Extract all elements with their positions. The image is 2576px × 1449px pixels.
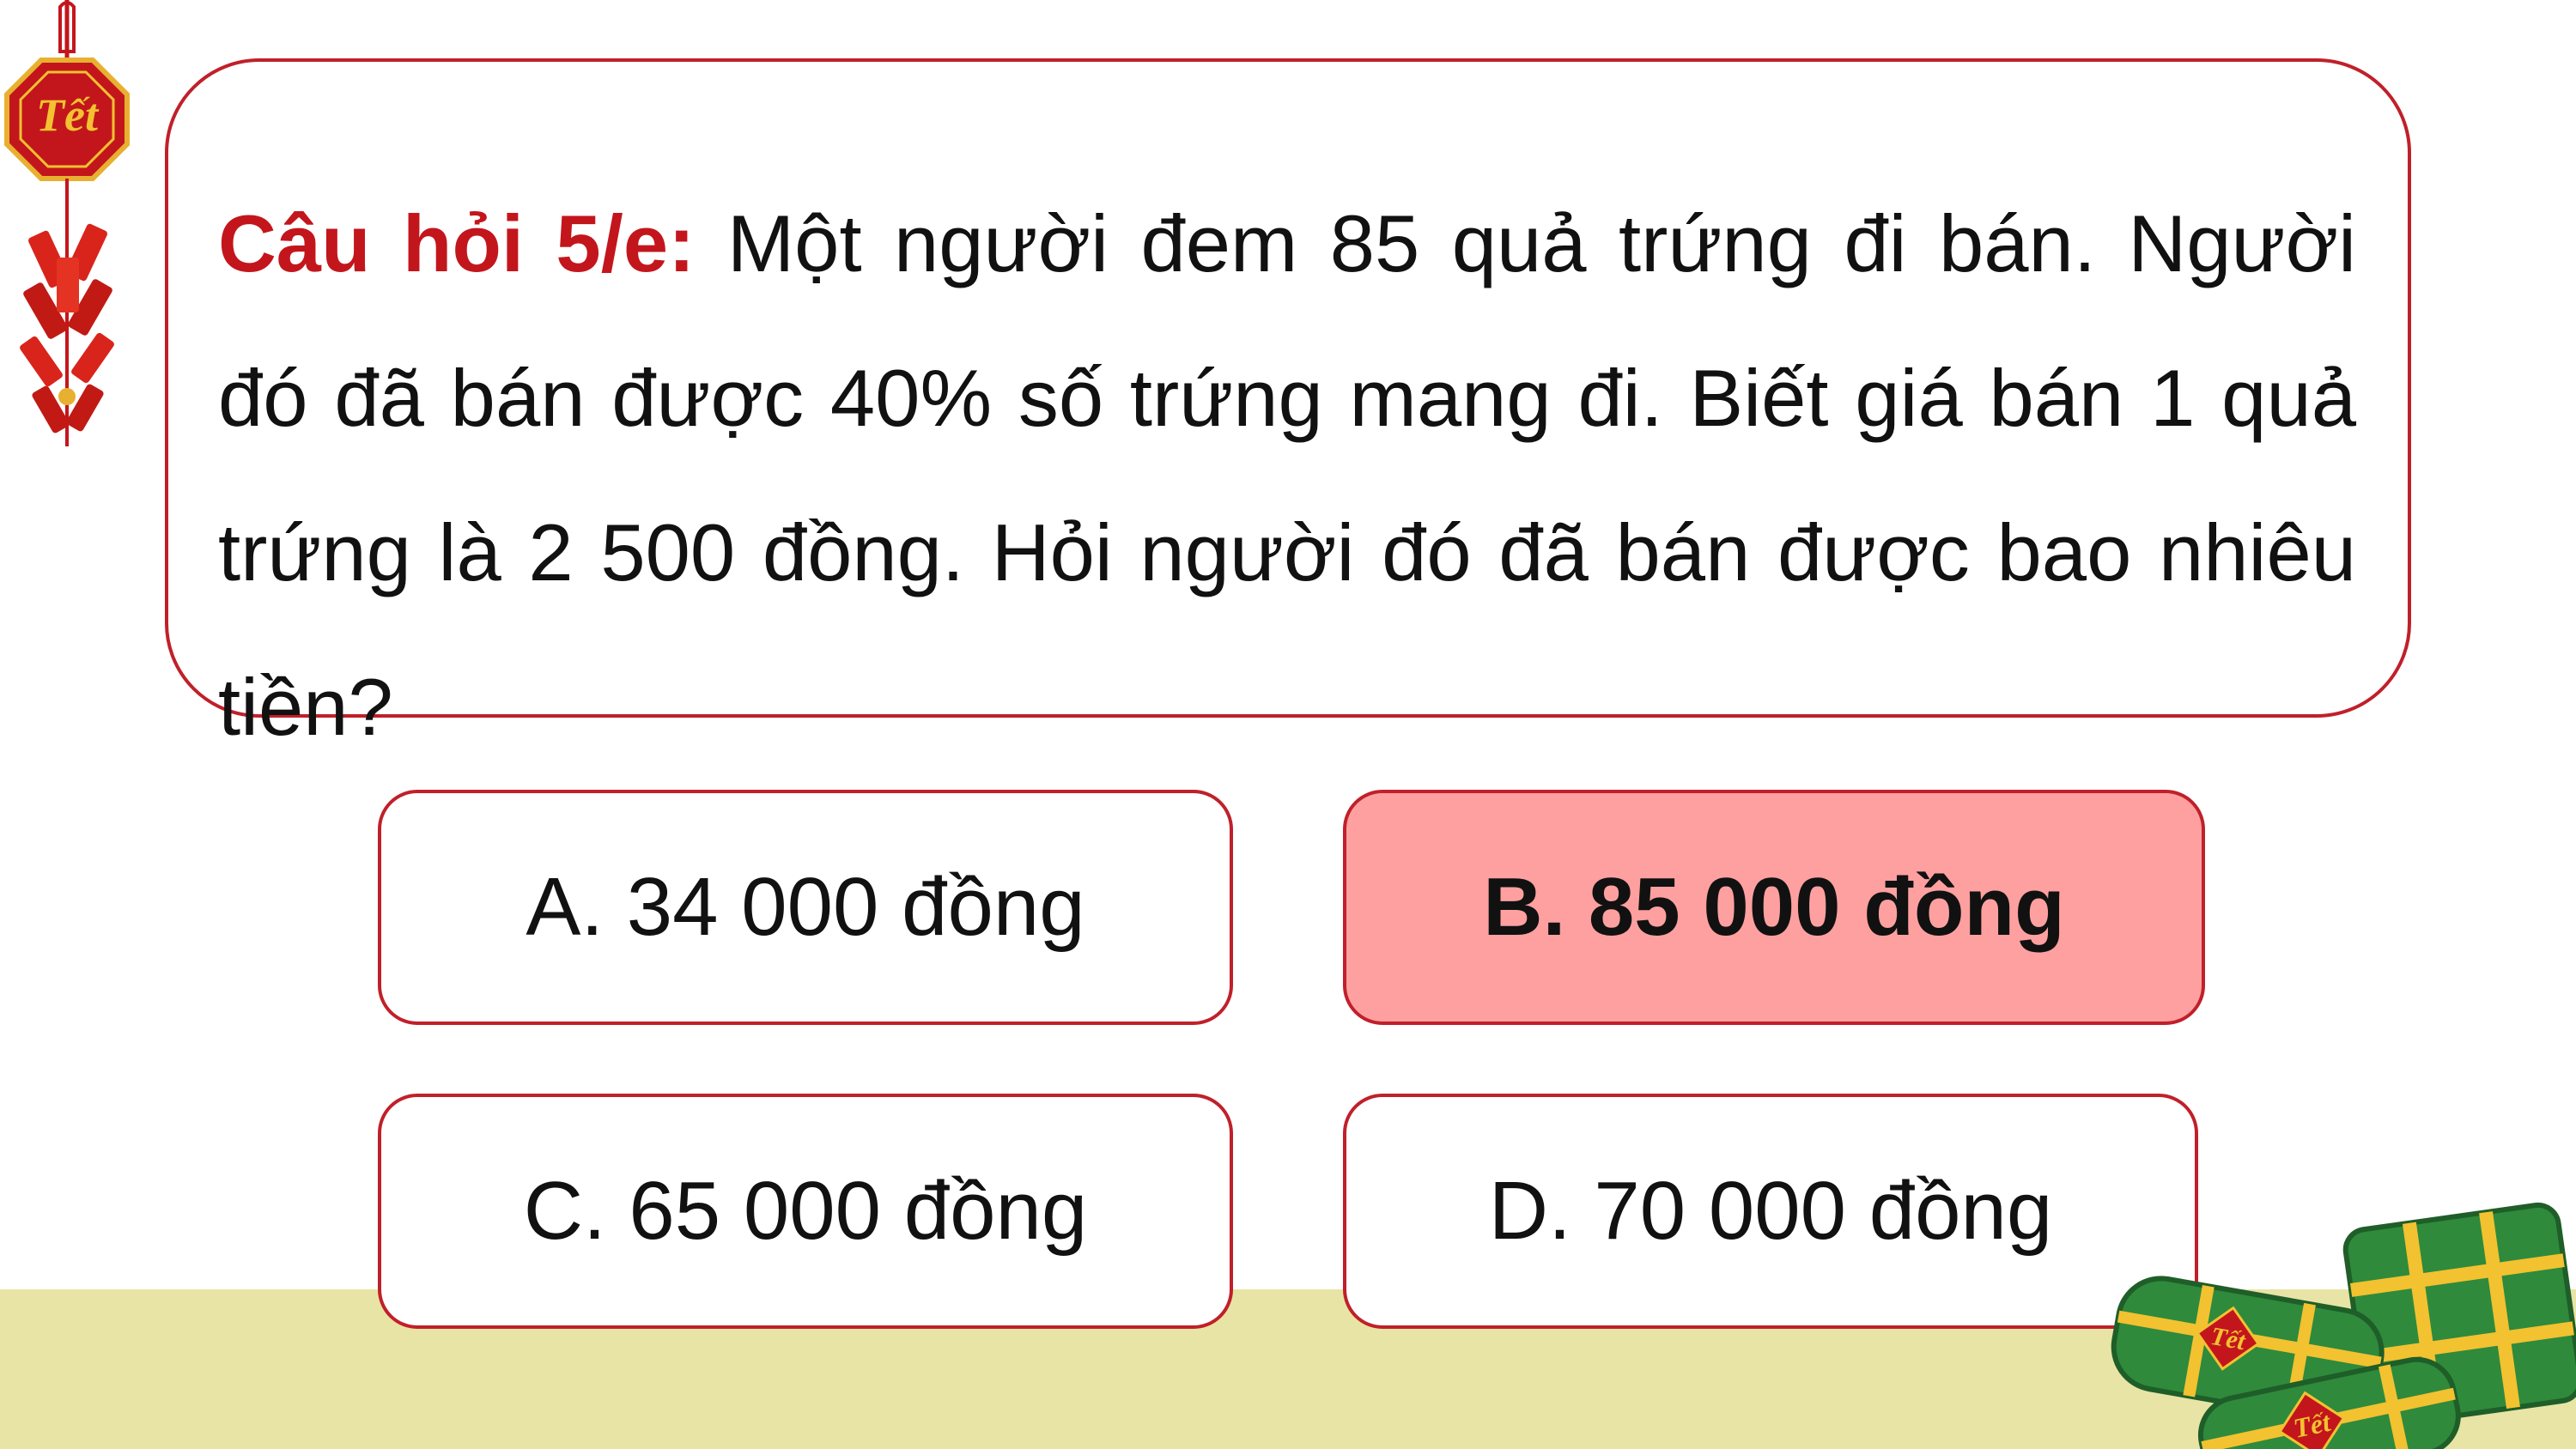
- tet-ornament-icon: Tết: [4, 0, 130, 446]
- banh-chung-icon: Tết Tết: [2111, 1202, 2576, 1449]
- question-text-block: Câu hỏi 5/e: Một người đem 85 quả trứng …: [218, 167, 2356, 785]
- answer-option-a[interactable]: A. 34 000 đồng: [378, 790, 1233, 1025]
- answer-label: B. 85 000 đồng: [1483, 861, 2065, 953]
- answer-label: D. 70 000 đồng: [1488, 1165, 2053, 1257]
- answer-label: A. 34 000 đồng: [526, 861, 1085, 953]
- question-card: Câu hỏi 5/e: Một người đem 85 quả trứng …: [165, 58, 2411, 752]
- answer-option-c[interactable]: C. 65 000 đồng: [378, 1094, 1233, 1329]
- answer-option-d[interactable]: D. 70 000 đồng: [1343, 1094, 2198, 1329]
- answer-label: C. 65 000 đồng: [523, 1165, 1088, 1257]
- ornament-text: Tết: [36, 89, 100, 141]
- question-number: Câu hỏi 5/e:: [218, 198, 696, 288]
- answer-option-b[interactable]: B. 85 000 đồng: [1343, 790, 2205, 1025]
